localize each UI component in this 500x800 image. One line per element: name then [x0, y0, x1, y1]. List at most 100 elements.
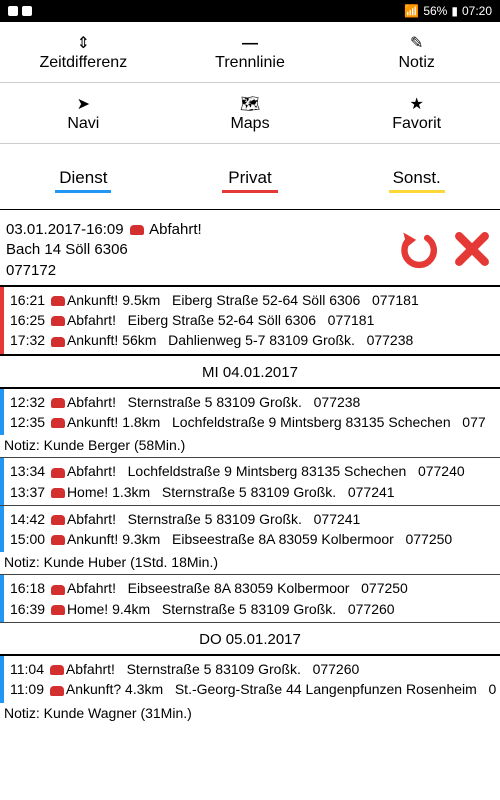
row-address: St.-Georg-Straße 44 Langenpfunzen Rosenh…: [175, 681, 477, 697]
current-status: Abfahrt!: [149, 221, 202, 238]
car-icon: [51, 296, 65, 306]
log-row[interactable]: 13:34 Abfahrt! Lochfeldstraße 9 Mintsber…: [10, 461, 496, 481]
log-row[interactable]: 15:00 Ankunft! 9.3km Eibseestraße 8A 830…: [10, 529, 496, 549]
row-id: 077250: [361, 580, 408, 596]
current-id: 077172: [6, 261, 396, 281]
current-address: Bach 14 Söll 6306: [6, 240, 396, 260]
log-row[interactable]: 16:21 Ankunft! 9.5km Eiberg Straße 52-64…: [10, 290, 496, 310]
car-icon: [51, 418, 65, 428]
row-address: Sternstraße 5 83109 Großk.: [162, 484, 336, 500]
current-datetime: 03.01.2017-16:09: [6, 221, 124, 238]
row-time: 12:35: [10, 414, 45, 430]
row-address: Sternstraße 5 83109 Großk.: [127, 661, 301, 677]
battery-icon: ▮: [451, 4, 458, 18]
log-row[interactable]: 16:39 Home! 9.4km Sternstraße 5 83109 Gr…: [10, 599, 496, 619]
category-tabs: Dienst Privat Sonst.: [0, 144, 500, 199]
row-address: Eiberg Straße 52-64 Söll 6306: [172, 292, 360, 308]
map-icon: 🗺: [171, 97, 330, 113]
log-row[interactable]: 12:35 Ankunft! 1.8km Lochfeldstraße 9 Mi…: [10, 412, 496, 432]
navi-button[interactable]: ➤ Navi: [0, 83, 167, 143]
notiz-line: Notiz: Kunde Wagner (31Min.): [0, 703, 500, 725]
row-address: Sternstraße 5 83109 Großk.: [128, 511, 302, 527]
log-row[interactable]: 14:42 Abfahrt! Sternstraße 5 83109 Großk…: [10, 509, 496, 529]
undo-button[interactable]: [396, 227, 440, 274]
car-icon: [51, 337, 65, 347]
day-header: DO 05.01.2017: [0, 623, 500, 654]
trennlinie-button[interactable]: — Trennlinie: [167, 22, 334, 82]
notiz-button[interactable]: ✎ Notiz: [333, 22, 500, 82]
row-id: 07: [488, 681, 496, 697]
zeitdifferenz-button[interactable]: ⇕ Zeitdifferenz: [0, 22, 167, 82]
log-row[interactable]: 12:32 Abfahrt! Sternstraße 5 83109 Großk…: [10, 392, 496, 412]
log-row[interactable]: 11:09 Ankunft? 4.3km St.-Georg-Straße 44…: [10, 679, 496, 699]
toolbar-label: Navi: [67, 115, 99, 132]
row-time: 11:04: [10, 661, 44, 677]
tab-privat[interactable]: Privat: [167, 162, 334, 199]
tab-label: Dienst: [59, 168, 107, 187]
updown-icon: ⇕: [4, 36, 163, 52]
log-group: 12:32 Abfahrt! Sternstraße 5 83109 Großk…: [0, 389, 500, 436]
tab-dienst[interactable]: Dienst: [0, 162, 167, 199]
row-distance: 1.3km: [112, 484, 150, 500]
car-icon: [50, 686, 64, 696]
row-time: 11:09: [10, 681, 44, 697]
toolbar-label: Notiz: [398, 54, 434, 71]
row-id: 077260: [348, 601, 395, 617]
row-id: 077260: [313, 661, 360, 677]
row-id: 077240: [418, 463, 465, 479]
car-icon: [51, 605, 65, 615]
row-id: 077241: [348, 484, 395, 500]
log-row[interactable]: 13:37 Home! 1.3km Sternstraße 5 83109 Gr…: [10, 482, 496, 502]
favorit-button[interactable]: ★ Favorit: [333, 83, 500, 143]
row-distance: 9.3km: [122, 531, 160, 547]
row-time: 16:25: [10, 312, 45, 328]
row-id: 077181: [372, 292, 419, 308]
car-icon: [50, 665, 64, 675]
row-time: 17:32: [10, 332, 45, 348]
row-time: 15:00: [10, 531, 45, 547]
star-icon: ★: [337, 97, 496, 113]
tab-underline-icon: [222, 190, 278, 193]
row-address: Sternstraße 5 83109 Großk.: [128, 394, 302, 410]
row-address: Eiberg Straße 52-64 Söll 6306: [128, 312, 316, 328]
tab-sonst[interactable]: Sonst.: [333, 162, 500, 199]
day-header: MI 04.01.2017: [0, 356, 500, 387]
row-time: 16:21: [10, 292, 45, 308]
toolbar-label: Zeitdifferenz: [39, 54, 127, 71]
row-id: 077: [462, 414, 485, 430]
maps-button[interactable]: 🗺 Maps: [167, 83, 334, 143]
row-time: 13:34: [10, 463, 45, 479]
log-content: 03.01.2017-16:09 Abfahrt! Bach 14 Söll 6…: [0, 210, 500, 725]
car-icon: [51, 535, 65, 545]
row-address: Sternstraße 5 83109 Großk.: [162, 601, 336, 617]
row-address: Eibseestraße 8A 83059 Kolbermoor: [172, 531, 394, 547]
row-address: Dahlienweg 5-7 83109 Großk.: [168, 332, 355, 348]
row-distance: 1.8km: [122, 414, 160, 430]
delete-button[interactable]: [450, 227, 494, 274]
toolbar-label: Favorit: [392, 115, 441, 132]
row-status: Ankunft!: [67, 414, 118, 430]
log-row[interactable]: 16:18 Abfahrt! Eibseestraße 8A 83059 Kol…: [10, 578, 496, 598]
car-icon: [51, 398, 65, 408]
android-status-bar: 📶 56% ▮ 07:20: [0, 0, 500, 22]
tab-underline-icon: [389, 190, 445, 193]
row-id: 077238: [314, 394, 361, 410]
row-status: Ankunft!: [67, 531, 118, 547]
row-status: Abfahrt!: [67, 463, 116, 479]
car-icon: [51, 585, 65, 595]
line-icon: —: [171, 36, 330, 52]
row-id: 077238: [367, 332, 414, 348]
car-icon: [51, 488, 65, 498]
toolbar-secondary: ➤ Navi 🗺 Maps ★ Favorit: [0, 83, 500, 144]
battery-text: 56%: [423, 4, 447, 18]
log-row[interactable]: 17:32 Ankunft! 56km Dahlienweg 5-7 83109…: [10, 330, 496, 350]
log-row[interactable]: 11:04 Abfahrt! Sternstraße 5 83109 Großk…: [10, 659, 496, 679]
log-row[interactable]: 16:25 Abfahrt! Eiberg Straße 52-64 Söll …: [10, 310, 496, 330]
row-status: Ankunft?: [66, 681, 121, 697]
status-indicator-icon: [22, 6, 32, 16]
location-arrow-icon: ➤: [4, 97, 163, 113]
log-group: 13:34 Abfahrt! Lochfeldstraße 9 Mintsber…: [0, 458, 500, 505]
tab-label: Sonst.: [393, 168, 441, 187]
log-group: 16:21 Ankunft! 9.5km Eiberg Straße 52-64…: [0, 287, 500, 354]
row-distance: 9.5km: [122, 292, 160, 308]
